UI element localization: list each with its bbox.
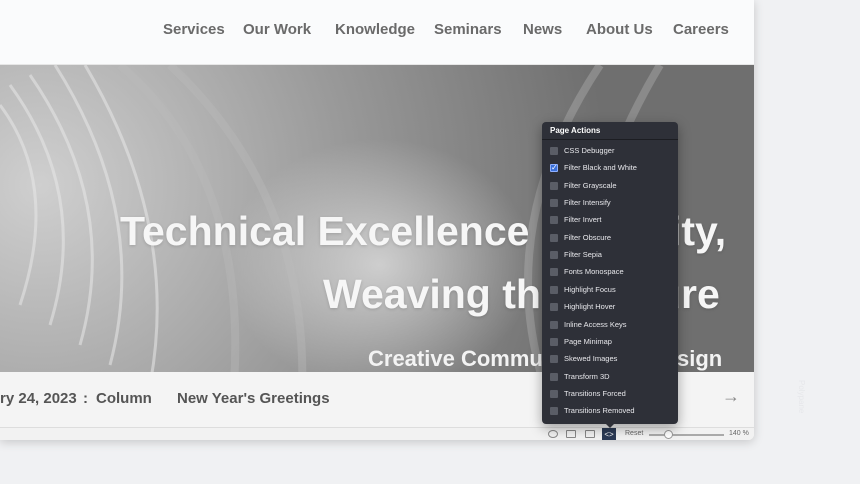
panel-item-label: Highlight Focus [564,284,616,294]
nav-our-work[interactable]: Our Work [243,21,311,38]
image-icon[interactable] [566,430,576,438]
panel-item[interactable]: Page Minimap [542,334,678,351]
panel-item[interactable]: Filter Intensify [542,195,678,212]
panel-item-label: Highlight Hover [564,302,616,312]
panel-item-label: Fonts Monospace [564,267,624,277]
checkbox[interactable] [550,216,558,225]
checkbox[interactable] [550,199,558,208]
checkbox[interactable] [550,407,558,416]
checkbox[interactable] [550,389,558,398]
checkbox[interactable] [550,181,558,190]
frame-icon[interactable] [585,430,595,438]
panel-item[interactable]: ✓ Filter Black and White [542,160,678,177]
checkbox-checked[interactable]: ✓ [550,164,558,173]
panel-item-label: Page Minimap [564,336,612,346]
checkbox[interactable] [550,268,558,277]
nav-seminars[interactable]: Seminars [434,21,502,38]
code-icon[interactable]: <> [602,428,616,440]
panel-title: Page Actions [550,126,601,135]
panel-item[interactable]: Filter Invert [542,212,678,229]
page-actions-panel: Page Actions CSS Debugger ✓ Filter Black a… [542,122,678,424]
panel-item-label: Filter Intensify [564,198,611,208]
devtools-toolbar: <> Reset 140 % [0,427,754,440]
panel-item-label: Transitions Forced [564,388,626,398]
top-navigation: Services Our Work Knowledge Seminars New… [0,0,754,65]
reset-button[interactable]: Reset [625,430,643,437]
panel-item-label: Filter Sepia [564,250,602,260]
news-category: Column [96,390,152,407]
panel-item[interactable]: Highlight Focus [542,282,678,299]
panel-divider [542,139,678,140]
panel-item[interactable]: Highlight Hover [542,299,678,316]
nav-about-us[interactable]: About Us [586,21,653,38]
panel-item[interactable]: Transitions Forced [542,386,678,403]
panel-item-label: Skewed Images [564,354,618,364]
checkbox[interactable] [550,251,558,260]
side-label: Polypane [797,380,806,414]
news-headline[interactable]: New Year's Greetings [177,390,330,407]
zoom-level: 140 % [729,430,749,437]
panel-item[interactable]: Filter Obscure [542,230,678,247]
camera-icon[interactable] [548,430,558,438]
zoom-slider-handle[interactable] [664,430,673,439]
hero-title-line1: Technical Excellence [120,208,530,254]
panel-item-label: Transform 3D [564,371,610,381]
panel-item-label: Filter Invert [564,215,602,225]
panel-item[interactable]: Transform 3D [542,369,678,386]
panel-item[interactable]: Transitions Removed [542,403,678,420]
panel-item-label: Filter Black and White [564,163,637,173]
panel-item[interactable]: Inline Access Keys [542,317,678,334]
hero-subtitle-start: Creative Commu [368,346,543,371]
panel-item[interactable]: Skewed Images [542,351,678,368]
panel-item[interactable]: Fonts Monospace [542,264,678,281]
checkbox[interactable] [550,372,558,381]
panel-pointer [606,424,614,428]
checkbox[interactable] [550,303,558,312]
panel-item-label: Inline Access Keys [564,319,627,329]
checkbox[interactable] [550,320,558,329]
checkbox[interactable] [550,355,558,364]
checkbox[interactable] [550,147,558,155]
news-date: ry 24, 2023 [0,390,77,407]
panel-item-label: Transitions Removed [564,406,635,416]
hero-title-line1-end: ity, [670,208,727,254]
checkbox[interactable] [550,285,558,294]
panel-item[interactable]: Filter Sepia [542,247,678,264]
hero-title-line2-start: Weaving th [323,271,541,317]
checkbox[interactable] [550,233,558,242]
zoom-slider-track[interactable] [649,434,724,436]
hero-subtitle-end: sign [677,346,723,371]
arrow-right-icon[interactable]: → [722,386,740,407]
panel-item[interactable]: Filter Grayscale [542,178,678,195]
panel-item[interactable]: CSS Debugger [542,143,678,160]
checkbox[interactable] [550,337,558,346]
nav-careers[interactable]: Careers [673,21,729,38]
panel-item-label: Filter Grayscale [564,180,617,190]
nav-knowledge[interactable]: Knowledge [335,21,415,38]
panel-item-label: Filter Obscure [564,232,612,242]
panel-item-label: CSS Debugger [564,146,615,155]
news-separator: : [83,390,88,407]
nav-services[interactable]: Services [163,21,225,38]
nav-news[interactable]: News [523,21,562,38]
